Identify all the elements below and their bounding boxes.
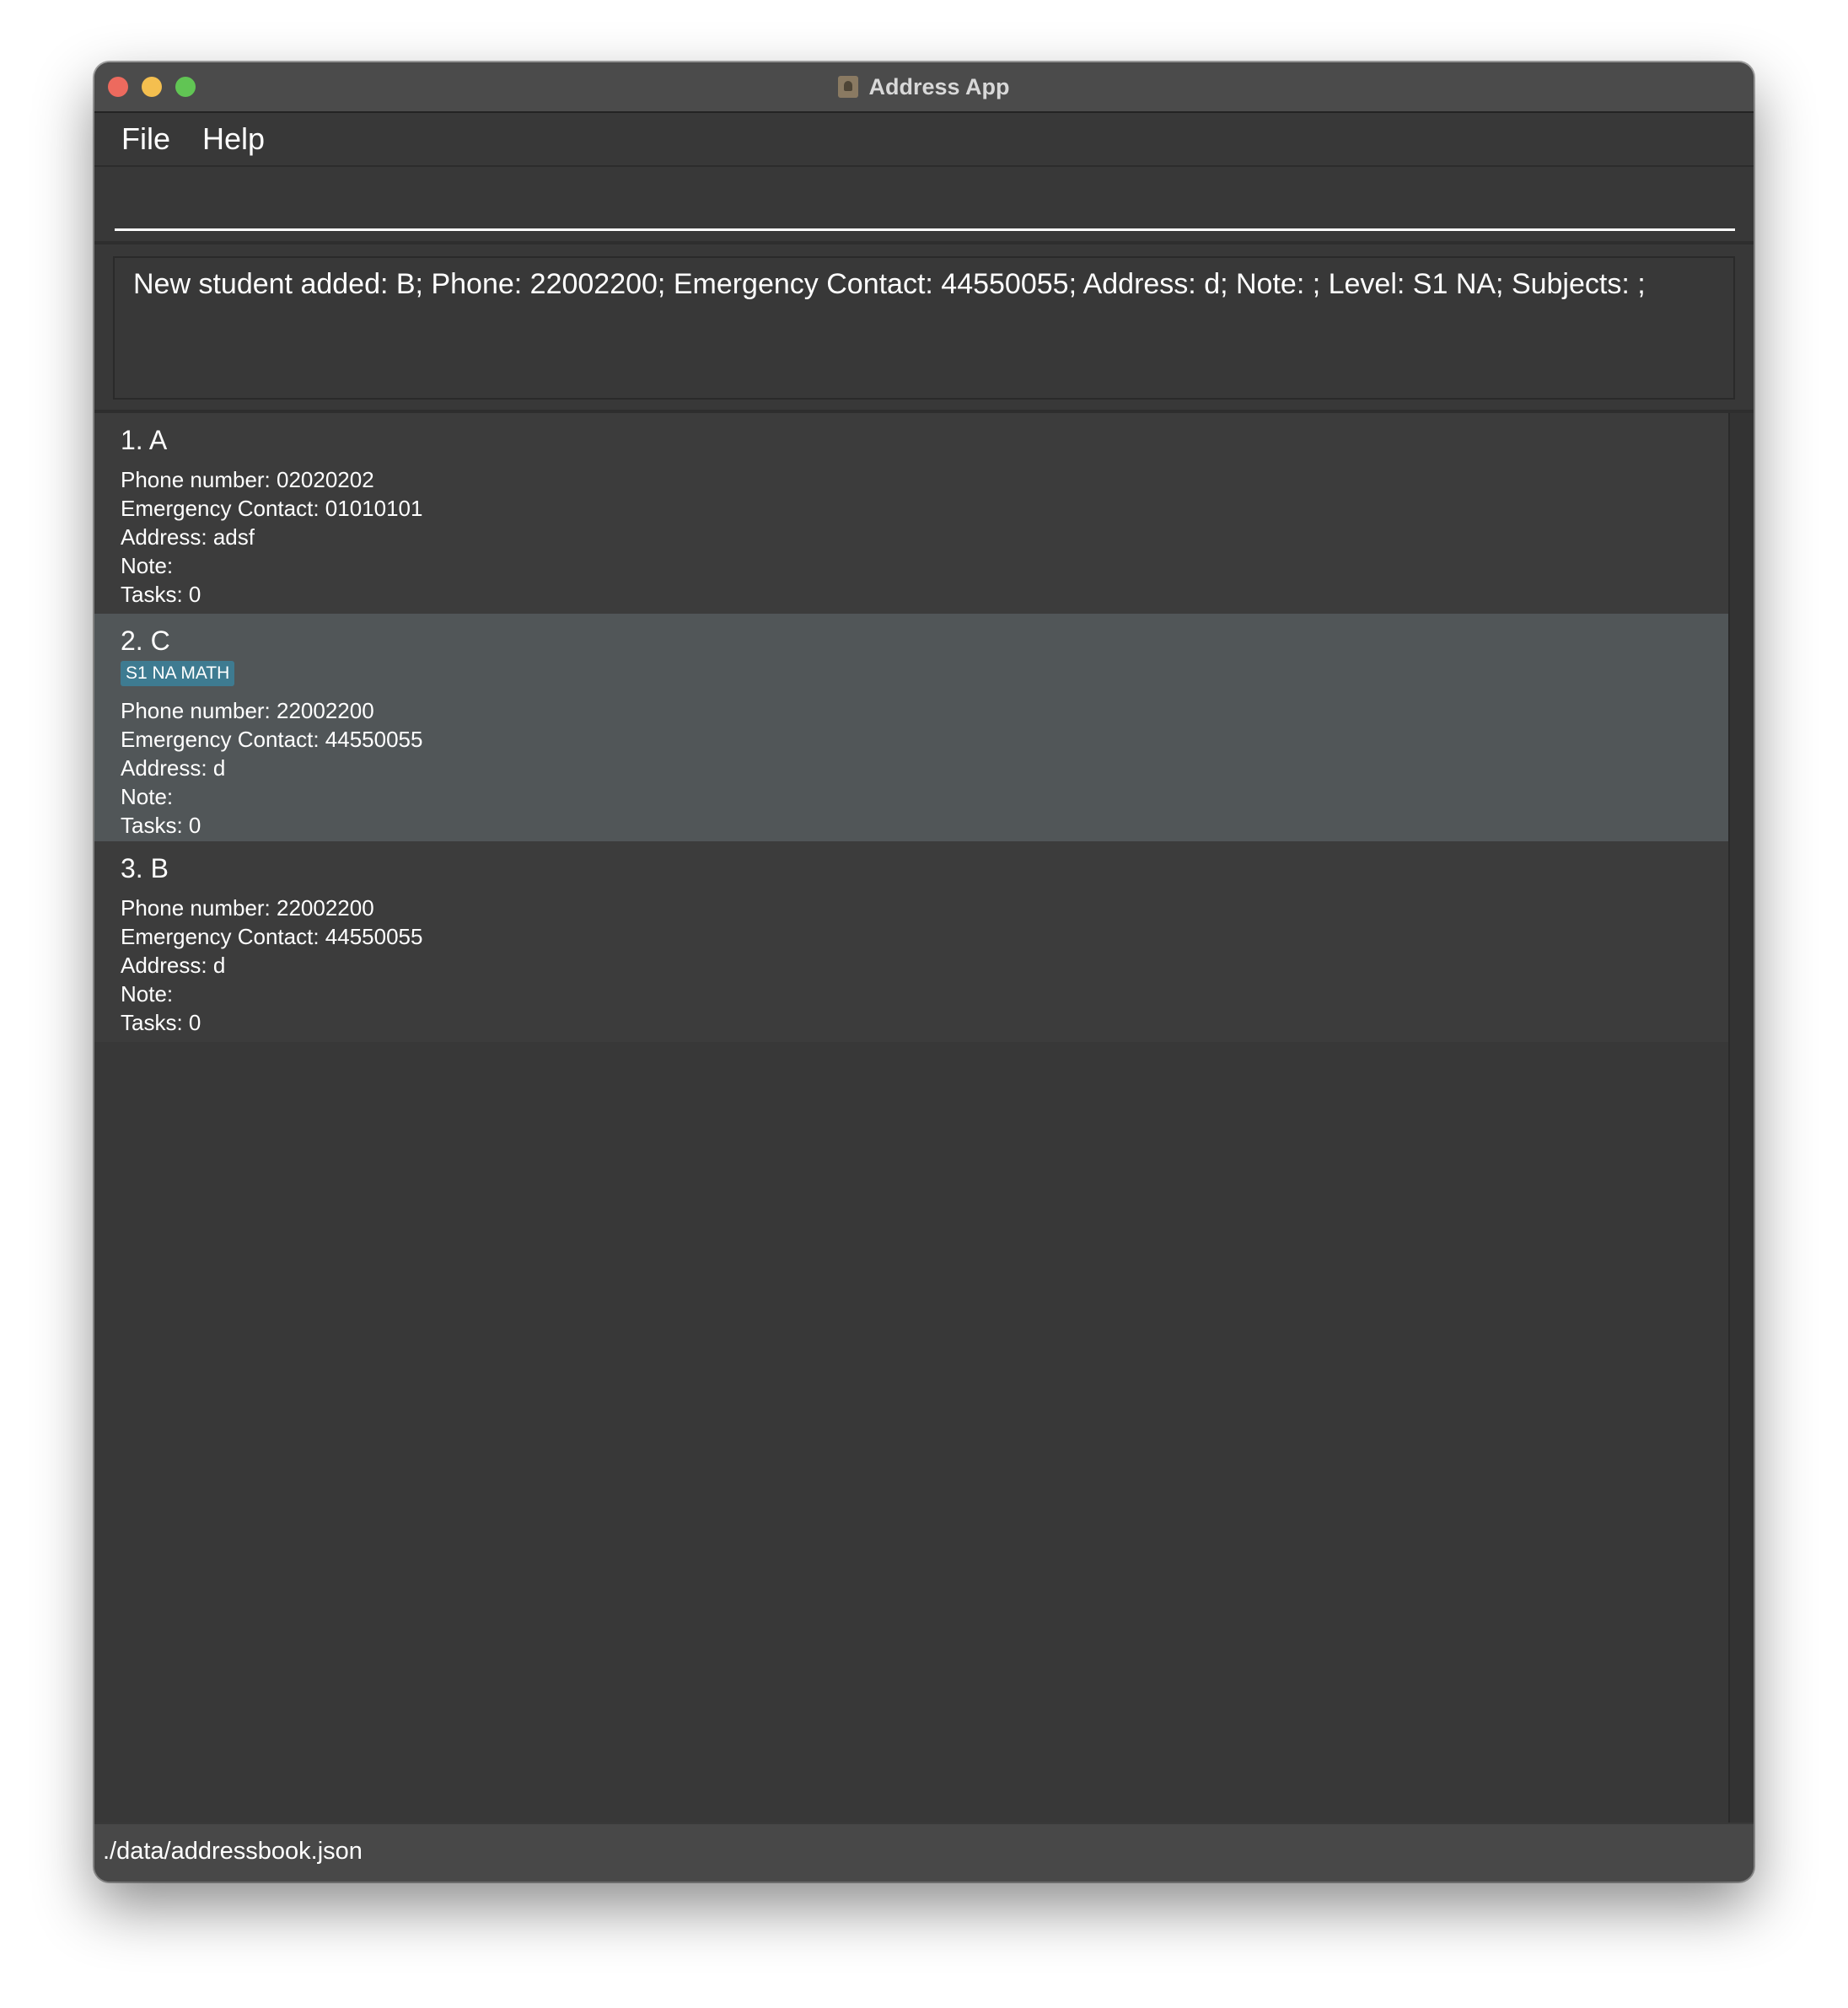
student-address: Address: d bbox=[121, 953, 226, 978]
list-scrollbar[interactable] bbox=[1728, 413, 1754, 1824]
student-card-selected[interactable]: 2. C S1 NA MATH Phone number: 22002200 E… bbox=[94, 614, 1728, 841]
student-note: Note: bbox=[121, 784, 174, 809]
command-box bbox=[94, 167, 1754, 244]
status-bar-file-path: ./data/addressbook.json bbox=[94, 1823, 1754, 1882]
subject-tag: S1 NA MATH bbox=[121, 661, 235, 686]
result-display-panel: New student added: B; Phone: 22002200; E… bbox=[94, 244, 1754, 413]
student-address: Address: d bbox=[121, 755, 226, 781]
title-bar[interactable]: Address App bbox=[94, 62, 1754, 113]
student-tasks: Tasks: 0 bbox=[121, 1010, 201, 1035]
student-name: 1. A bbox=[121, 425, 168, 455]
result-message: New student added: B; Phone: 22002200; E… bbox=[113, 256, 1735, 400]
student-note: Note: bbox=[121, 553, 174, 578]
student-card[interactable]: 1. A Phone number: 02020202 Emergency Co… bbox=[94, 413, 1728, 614]
address-book-icon bbox=[838, 76, 859, 98]
student-card[interactable]: 3. B Phone number: 22002200 Emergency Co… bbox=[94, 841, 1728, 1042]
student-emergency-contact: Emergency Contact: 44550055 bbox=[121, 727, 423, 752]
student-emergency-contact: Emergency Contact: 44550055 bbox=[121, 924, 423, 949]
student-phone: Phone number: 02020202 bbox=[121, 467, 374, 492]
student-name: 2. C bbox=[121, 625, 170, 656]
student-note: Note: bbox=[121, 981, 174, 1007]
student-emergency-contact: Emergency Contact: 01010101 bbox=[121, 496, 423, 521]
command-input[interactable] bbox=[115, 184, 1735, 231]
student-phone: Phone number: 22002200 bbox=[121, 895, 374, 921]
app-window: Address App File Help New student added:… bbox=[94, 62, 1754, 1882]
student-tasks: Tasks: 0 bbox=[121, 582, 201, 607]
menu-bar: File Help bbox=[94, 113, 1754, 167]
student-tags: S1 NA MATH bbox=[121, 661, 1728, 686]
student-tasks: Tasks: 0 bbox=[121, 813, 201, 838]
student-phone: Phone number: 22002200 bbox=[121, 698, 374, 723]
student-name: 3. B bbox=[121, 853, 169, 883]
window-title: Address App bbox=[868, 73, 1010, 99]
student-list[interactable]: 1. A Phone number: 02020202 Emergency Co… bbox=[94, 413, 1728, 1824]
student-address: Address: adsf bbox=[121, 524, 255, 550]
window-title-group: Address App bbox=[94, 62, 1754, 111]
menu-help[interactable]: Help bbox=[202, 121, 265, 157]
menu-file[interactable]: File bbox=[121, 121, 170, 157]
